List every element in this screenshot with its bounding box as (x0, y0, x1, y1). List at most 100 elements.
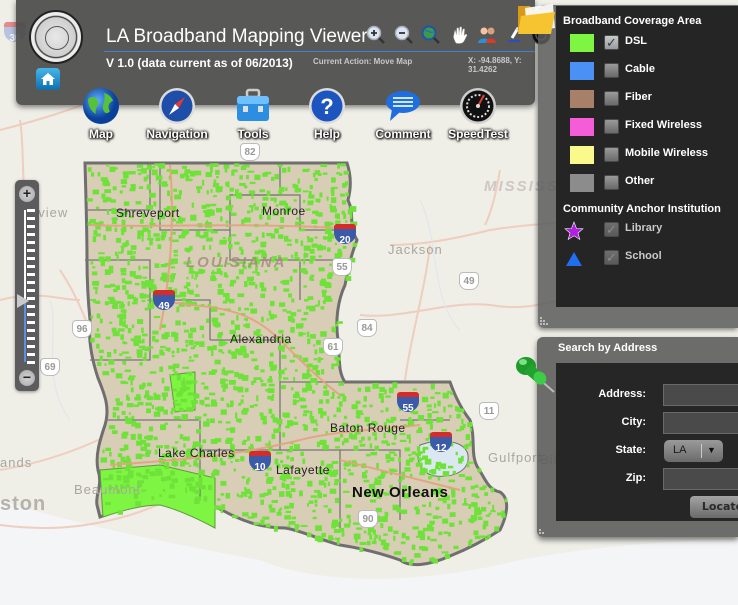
coverage-speck (103, 234, 106, 241)
coverage-speck (151, 169, 158, 176)
address-input[interactable] (663, 384, 738, 406)
coverage-speck (432, 515, 439, 519)
nav-tools-button[interactable]: Tools (218, 87, 288, 141)
layer-checkbox[interactable] (604, 119, 619, 134)
coverage-speck (385, 395, 391, 398)
help-icon: ? (309, 88, 345, 124)
nav-map-button[interactable]: Map (66, 87, 136, 141)
layer-checkbox[interactable]: ✓ (604, 35, 619, 50)
coverage-speck (261, 316, 264, 323)
resize-grip-icon[interactable] (540, 317, 548, 325)
coverage-speck (344, 181, 349, 186)
state-dropdown[interactable]: LA ▼ (664, 440, 723, 462)
coverage-speck (318, 267, 325, 272)
zoom-out-icon[interactable] (394, 25, 414, 45)
layer-checkbox[interactable] (604, 175, 619, 190)
zoom-tick[interactable] (27, 313, 35, 316)
zip-input[interactable] (663, 468, 738, 490)
zoom-tick[interactable] (27, 225, 35, 228)
coverage-speck (361, 474, 368, 479)
zoom-tick[interactable] (27, 249, 35, 252)
layer-checkbox[interactable]: ✓ (604, 222, 619, 237)
coverage-speck (206, 228, 214, 232)
coverage-speck (351, 404, 358, 410)
zoom-tick[interactable] (27, 217, 35, 220)
zoom-tick[interactable] (27, 233, 35, 236)
zoom-tick[interactable] (27, 337, 35, 340)
zoom-tick[interactable] (27, 265, 35, 268)
coverage-speck (260, 369, 265, 373)
zoom-tick[interactable] (27, 209, 35, 212)
folder-icon[interactable] (515, 0, 557, 36)
coverage-speck (400, 509, 408, 514)
nav-help-button[interactable]: ? Help (292, 87, 362, 141)
coverage-speck (145, 468, 150, 474)
coverage-speck (193, 354, 199, 358)
layer-checkbox[interactable]: ✓ (604, 250, 619, 265)
zoom-tick[interactable] (27, 289, 35, 292)
coverage-speck (145, 402, 152, 406)
coverage-speck (287, 315, 294, 322)
nav-comment-button[interactable]: Comment (368, 87, 438, 141)
coverage-speck (152, 354, 160, 359)
city-input[interactable] (663, 412, 738, 434)
zoom-thumb[interactable] (17, 294, 29, 309)
coverage-speck (121, 410, 126, 415)
pan-hand-icon[interactable] (450, 25, 470, 45)
full-extent-icon[interactable] (421, 25, 441, 45)
layer-checkbox[interactable] (604, 63, 619, 78)
coverage-speck (336, 321, 343, 324)
coverage-speck (129, 171, 136, 175)
coverage-speck (298, 331, 303, 337)
coverage-speck (439, 463, 446, 469)
coverage-speck (165, 462, 170, 467)
zoom-tick[interactable] (27, 361, 35, 364)
nav-speedtest-button[interactable]: SpeedTest (443, 87, 513, 141)
zoom-slider[interactable]: + − (15, 180, 39, 391)
coverage-speck (161, 181, 168, 187)
resize-grip-icon[interactable] (539, 526, 547, 534)
coverage-speck (248, 495, 252, 499)
zoom-in-icon[interactable] (366, 25, 386, 45)
zoom-out-button[interactable]: − (19, 370, 35, 386)
coverage-speck (109, 299, 116, 305)
home-button[interactable] (36, 68, 60, 90)
coverage-speck (384, 389, 387, 395)
zoom-tick[interactable] (27, 329, 35, 332)
coverage-speck (303, 410, 310, 414)
coverage-speck (174, 371, 178, 376)
zoom-tick[interactable] (27, 353, 35, 356)
coverage-speck (302, 332, 306, 335)
coverage-speck (187, 288, 190, 294)
zoom-tick[interactable] (27, 321, 35, 324)
coverage-speck (235, 458, 240, 462)
coverage-speck (242, 407, 249, 412)
coverage-speck (322, 291, 326, 298)
coverage-speck (430, 538, 437, 542)
zoom-tick[interactable] (27, 241, 35, 244)
coverage-speck (323, 245, 326, 250)
zoom-tick[interactable] (27, 257, 35, 260)
zoom-tick[interactable] (27, 273, 35, 276)
coverage-speck (437, 400, 441, 407)
coverage-speck (202, 439, 207, 444)
nav-navigation-button[interactable]: Navigation (142, 87, 212, 141)
coverage-speck (273, 286, 277, 291)
layer-checkbox[interactable] (604, 147, 619, 162)
zoom-track[interactable] (24, 210, 26, 362)
zoom-tick[interactable] (27, 281, 35, 284)
coverage-speck (334, 437, 341, 442)
layer-checkbox[interactable] (604, 91, 619, 106)
coverage-speck (220, 481, 227, 486)
locate-button[interactable]: Locate (690, 496, 738, 518)
coverage-speck (145, 247, 151, 250)
users-icon[interactable] (477, 25, 497, 45)
coverage-speck (251, 240, 256, 243)
coverage-speck (225, 205, 230, 211)
coverage-speck (353, 445, 359, 451)
zoom-tick[interactable] (27, 345, 35, 348)
coverage-speck (404, 467, 411, 472)
zoom-in-button[interactable]: + (19, 186, 35, 202)
coverage-speck (228, 298, 235, 304)
coverage-speck (112, 167, 118, 170)
